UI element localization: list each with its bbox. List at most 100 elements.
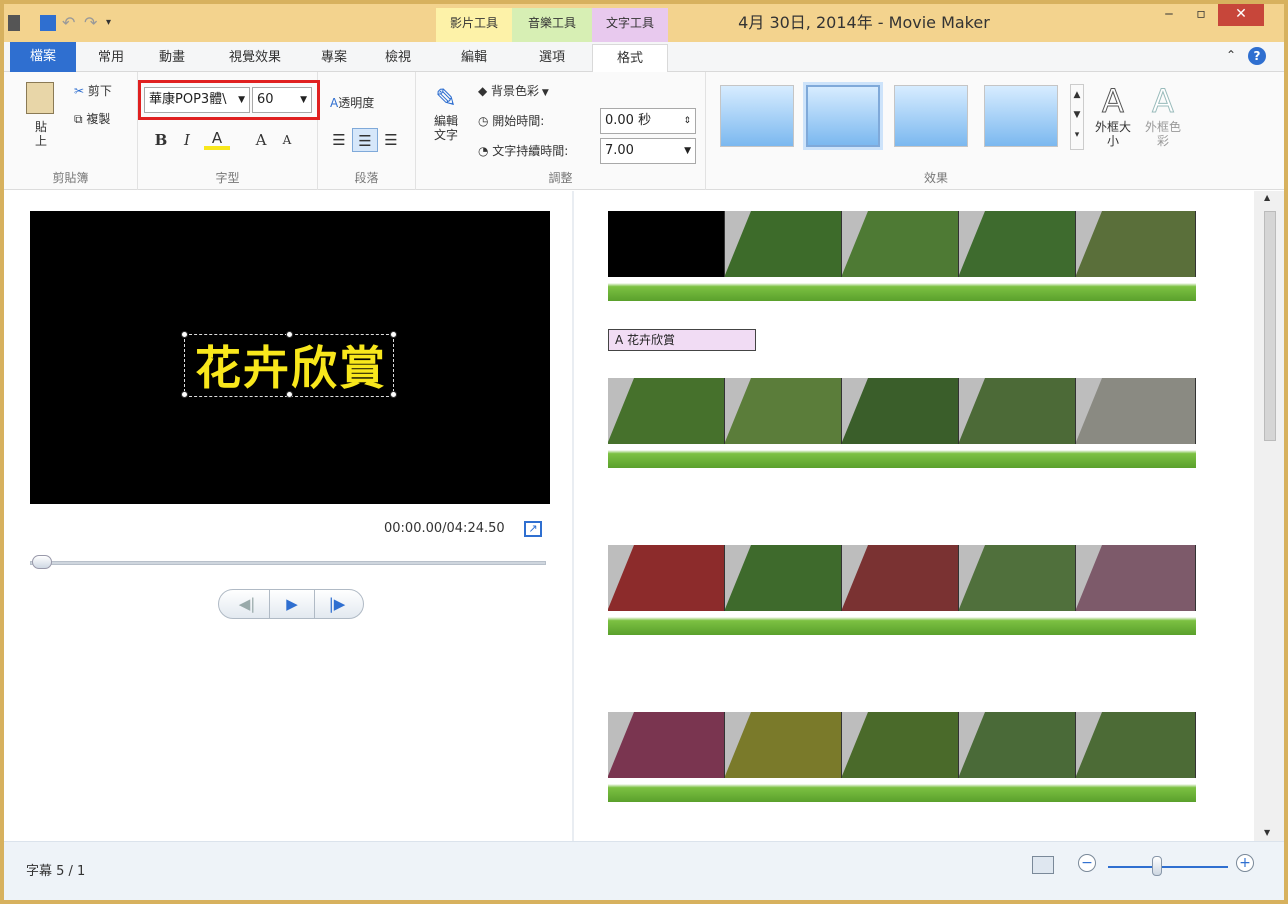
- scroll-up-icon[interactable]: ▲: [1264, 193, 1270, 202]
- outline-size-button[interactable]: A 外框大小: [1094, 82, 1132, 149]
- transition-icon: [608, 545, 634, 609]
- effect-thumbnail[interactable]: [720, 85, 794, 147]
- undo-icon[interactable]: ↶: [62, 15, 78, 31]
- resize-handle[interactable]: [181, 391, 188, 398]
- chevron-down-icon: ▼: [238, 95, 245, 105]
- transparency-button[interactable]: A透明度: [330, 94, 374, 111]
- timecode: 00:00.00/04:24.50: [384, 521, 505, 536]
- resize-handle[interactable]: [286, 331, 293, 338]
- previous-frame-button[interactable]: ◀|: [225, 590, 269, 618]
- music-track-strip[interactable]: [608, 778, 1196, 802]
- start-time-input[interactable]: 0.00 秒 ⇕: [600, 108, 696, 134]
- tab-visual-effects[interactable]: 視覺效果: [210, 44, 300, 72]
- shrink-font-button[interactable]: A: [274, 128, 300, 152]
- thumbnail-size-icon[interactable]: [1032, 856, 1054, 874]
- seek-bar[interactable]: [30, 561, 546, 565]
- video-clip-black[interactable]: [608, 211, 725, 277]
- video-clip[interactable]: [842, 378, 959, 444]
- video-clip[interactable]: [725, 378, 842, 444]
- video-clip[interactable]: [608, 712, 725, 778]
- video-clip[interactable]: [842, 545, 959, 611]
- video-clip[interactable]: [1076, 712, 1196, 778]
- tab-file[interactable]: 檔案: [10, 42, 76, 72]
- font-color-button[interactable]: A: [204, 126, 230, 150]
- music-track-strip[interactable]: [608, 611, 1196, 635]
- video-clip[interactable]: [608, 545, 725, 611]
- video-clip[interactable]: [1076, 378, 1196, 444]
- effect-thumbnail[interactable]: [894, 85, 968, 147]
- spinner-icon[interactable]: ⇕: [683, 109, 691, 133]
- tab-animations[interactable]: 動畫: [144, 44, 200, 72]
- resize-handle[interactable]: [390, 331, 397, 338]
- tab-home[interactable]: 常用: [80, 44, 142, 72]
- edit-text-button[interactable]: ✎ 編輯文字: [430, 84, 462, 142]
- video-clip[interactable]: [725, 545, 842, 611]
- video-clip[interactable]: [959, 211, 1076, 277]
- video-clip[interactable]: [959, 712, 1076, 778]
- clipboard-group-label: 剪貼簿: [52, 171, 89, 185]
- gallery-scroll[interactable]: ▲ ▼ ▾: [1070, 84, 1084, 150]
- video-clip[interactable]: [842, 712, 959, 778]
- video-clip[interactable]: [725, 211, 842, 277]
- zoom-out-icon[interactable]: −: [1078, 854, 1096, 872]
- video-clip[interactable]: [725, 712, 842, 778]
- paragraph-group-label: 段落: [354, 171, 379, 185]
- tab-project[interactable]: 專案: [304, 44, 364, 72]
- save-icon[interactable]: [40, 15, 56, 31]
- bg-color-button[interactable]: ◆ 背景色彩 ▼: [478, 82, 549, 99]
- vertical-scrollbar[interactable]: ▲ ▼: [1254, 191, 1284, 841]
- fullscreen-icon[interactable]: ↗: [524, 521, 542, 537]
- outline-color-button[interactable]: A 外框色彩: [1144, 82, 1182, 149]
- font-size-dropdown[interactable]: 60 ▼: [252, 87, 312, 113]
- duration-dropdown[interactable]: 7.00 ▼: [600, 138, 696, 164]
- next-frame-button[interactable]: |▶: [315, 590, 359, 618]
- tab-view[interactable]: 檢視: [368, 44, 428, 72]
- paste-button[interactable]: 貼上: [22, 82, 58, 162]
- video-clip[interactable]: [608, 378, 725, 444]
- cut-button[interactable]: ✂ 剪下: [74, 82, 112, 99]
- effect-thumbnail[interactable]: [803, 82, 883, 150]
- video-clip[interactable]: [1076, 211, 1196, 277]
- overlay-caption-text[interactable]: 花卉欣賞: [192, 339, 390, 397]
- scroll-down-icon[interactable]: ▼: [1264, 828, 1270, 837]
- video-clip[interactable]: [1076, 545, 1196, 611]
- caption-clip[interactable]: A 花卉欣賞: [608, 329, 756, 351]
- music-track-strip[interactable]: [608, 444, 1196, 468]
- zoom-slider-track[interactable]: [1108, 866, 1228, 868]
- seek-thumb[interactable]: [32, 555, 52, 569]
- tab-edit[interactable]: 編輯: [436, 44, 512, 72]
- maximize-button[interactable]: ▫: [1186, 4, 1216, 26]
- align-left-button[interactable]: ☰: [326, 128, 352, 152]
- align-right-button[interactable]: ☰: [378, 128, 404, 152]
- font-name-dropdown[interactable]: 華康POP3體\ ▼: [144, 87, 250, 113]
- grow-font-button[interactable]: A: [248, 128, 274, 152]
- resize-handle[interactable]: [181, 331, 188, 338]
- copy-button[interactable]: ⧉ 複製: [74, 110, 110, 127]
- video-clip[interactable]: [842, 211, 959, 277]
- close-button[interactable]: ✕: [1218, 4, 1264, 26]
- minimize-button[interactable]: ‒: [1154, 4, 1184, 26]
- transition-icon: [725, 211, 751, 275]
- effect-thumbnail[interactable]: [984, 85, 1058, 147]
- transition-icon: [842, 211, 868, 275]
- bold-button[interactable]: B: [148, 128, 174, 152]
- play-button[interactable]: ▶: [269, 590, 315, 618]
- collapse-ribbon-icon[interactable]: ⌃: [1226, 48, 1236, 62]
- tab-options[interactable]: 選項: [512, 44, 592, 72]
- italic-button[interactable]: I: [174, 128, 200, 152]
- music-track-strip[interactable]: [608, 277, 1196, 301]
- redo-icon[interactable]: ↷: [84, 15, 100, 31]
- zoom-in-icon[interactable]: +: [1236, 854, 1254, 872]
- video-clip[interactable]: [959, 378, 1076, 444]
- app-menu-icon[interactable]: [8, 15, 20, 31]
- customize-qat-icon[interactable]: ▾: [106, 15, 122, 31]
- help-icon[interactable]: ?: [1248, 47, 1266, 65]
- video-clip[interactable]: [959, 545, 1076, 611]
- video-preview[interactable]: 花卉欣賞: [30, 211, 550, 504]
- align-center-button[interactable]: ☰: [352, 128, 378, 152]
- tab-format[interactable]: 格式: [592, 44, 668, 74]
- zoom-slider-thumb[interactable]: [1152, 856, 1162, 876]
- copy-label: 複製: [86, 112, 111, 126]
- scrollbar-thumb[interactable]: [1264, 211, 1276, 441]
- resize-handle[interactable]: [390, 391, 397, 398]
